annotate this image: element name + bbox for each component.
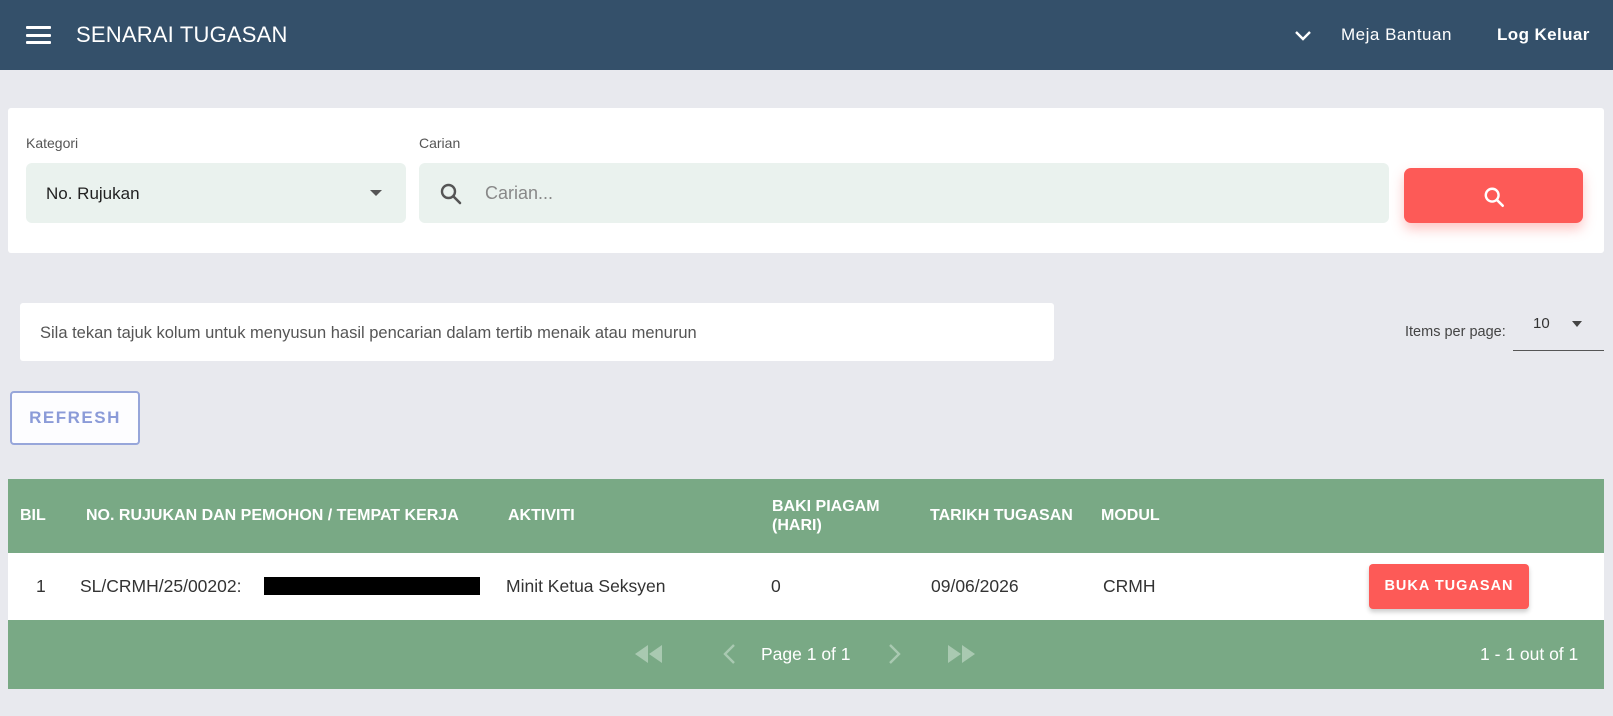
last-page-icon	[948, 645, 975, 663]
menu-icon[interactable]	[26, 26, 51, 44]
last-page-button[interactable]	[940, 620, 990, 689]
table-pagination: Page 1 of 1 1 - 1 out of 1	[8, 620, 1604, 689]
table-header: BIL NO. RUJUKAN DAN PEMOHON / TEMPAT KER…	[8, 479, 1604, 553]
page-indicator: Page 1 of 1	[761, 644, 851, 664]
cell-activity: Minit Ketua Seksyen	[506, 576, 666, 596]
chevron-down-icon[interactable]	[1292, 24, 1314, 46]
search-input[interactable]	[485, 163, 1365, 223]
search-field	[419, 163, 1389, 223]
search-card: Kategori Carian No. Rujukan	[8, 108, 1604, 253]
column-header-date[interactable]: TARIKH TUGASAN	[930, 507, 1073, 525]
first-page-button[interactable]	[628, 620, 678, 689]
help-desk-link[interactable]: Meja Bantuan	[1341, 25, 1452, 45]
search-label: Carian	[419, 135, 461, 151]
sort-hint-box: Sila tekan tajuk kolum untuk menyusun ha…	[20, 303, 1054, 361]
cell-reference: SL/CRMH/25/00202:	[80, 576, 242, 596]
column-header-activity[interactable]: AKTIVITI	[508, 507, 575, 525]
category-select-value: No. Rujukan	[46, 184, 140, 203]
refresh-button[interactable]: REFRESH	[10, 391, 140, 445]
column-header-bil[interactable]: BIL	[20, 507, 46, 525]
caret-down-icon	[370, 190, 382, 196]
column-header-baki[interactable]: BAKI PIAGAM (HARI)	[772, 497, 912, 535]
page-title: SENARAI TUGASAN	[76, 22, 288, 47]
sort-hint-text: Sila tekan tajuk kolum untuk menyusun ha…	[40, 324, 697, 342]
first-page-icon	[635, 645, 662, 663]
search-icon	[1484, 187, 1504, 207]
chevron-right-icon	[889, 644, 901, 664]
column-header-module[interactable]: MODUL	[1101, 507, 1160, 525]
chevron-left-icon	[723, 644, 735, 664]
cell-module: CRMH	[1103, 576, 1156, 596]
column-header-reference[interactable]: NO. RUJUKAN DAN PEMOHON / TEMPAT KERJA	[86, 507, 459, 525]
category-select[interactable]: No. Rujukan	[26, 163, 406, 223]
items-per-page-select[interactable]: 10	[1513, 305, 1604, 351]
logout-link[interactable]: Log Keluar	[1497, 25, 1590, 45]
table-row: 1 SL/CRMH/25/00202: Minit Ketua Seksyen …	[8, 553, 1604, 620]
items-per-page-label: Items per page:	[1405, 324, 1506, 340]
top-app-bar: SENARAI TUGASAN Meja Bantuan Log Keluar	[0, 0, 1613, 70]
redacted-applicant	[264, 577, 480, 595]
items-per-page-value: 10	[1533, 315, 1550, 332]
previous-page-button[interactable]	[708, 620, 758, 689]
cell-bil: 1	[36, 576, 46, 596]
caret-down-icon	[1572, 321, 1582, 327]
category-label: Kategori	[26, 135, 79, 151]
cell-date: 09/06/2026	[931, 576, 1019, 596]
open-task-button[interactable]: BUKA TUGASAN	[1369, 564, 1529, 609]
range-indicator: 1 - 1 out of 1	[1480, 644, 1579, 664]
search-button[interactable]	[1404, 168, 1583, 223]
cell-baki: 0	[771, 576, 781, 596]
search-icon	[440, 183, 462, 205]
next-page-button[interactable]	[872, 620, 922, 689]
